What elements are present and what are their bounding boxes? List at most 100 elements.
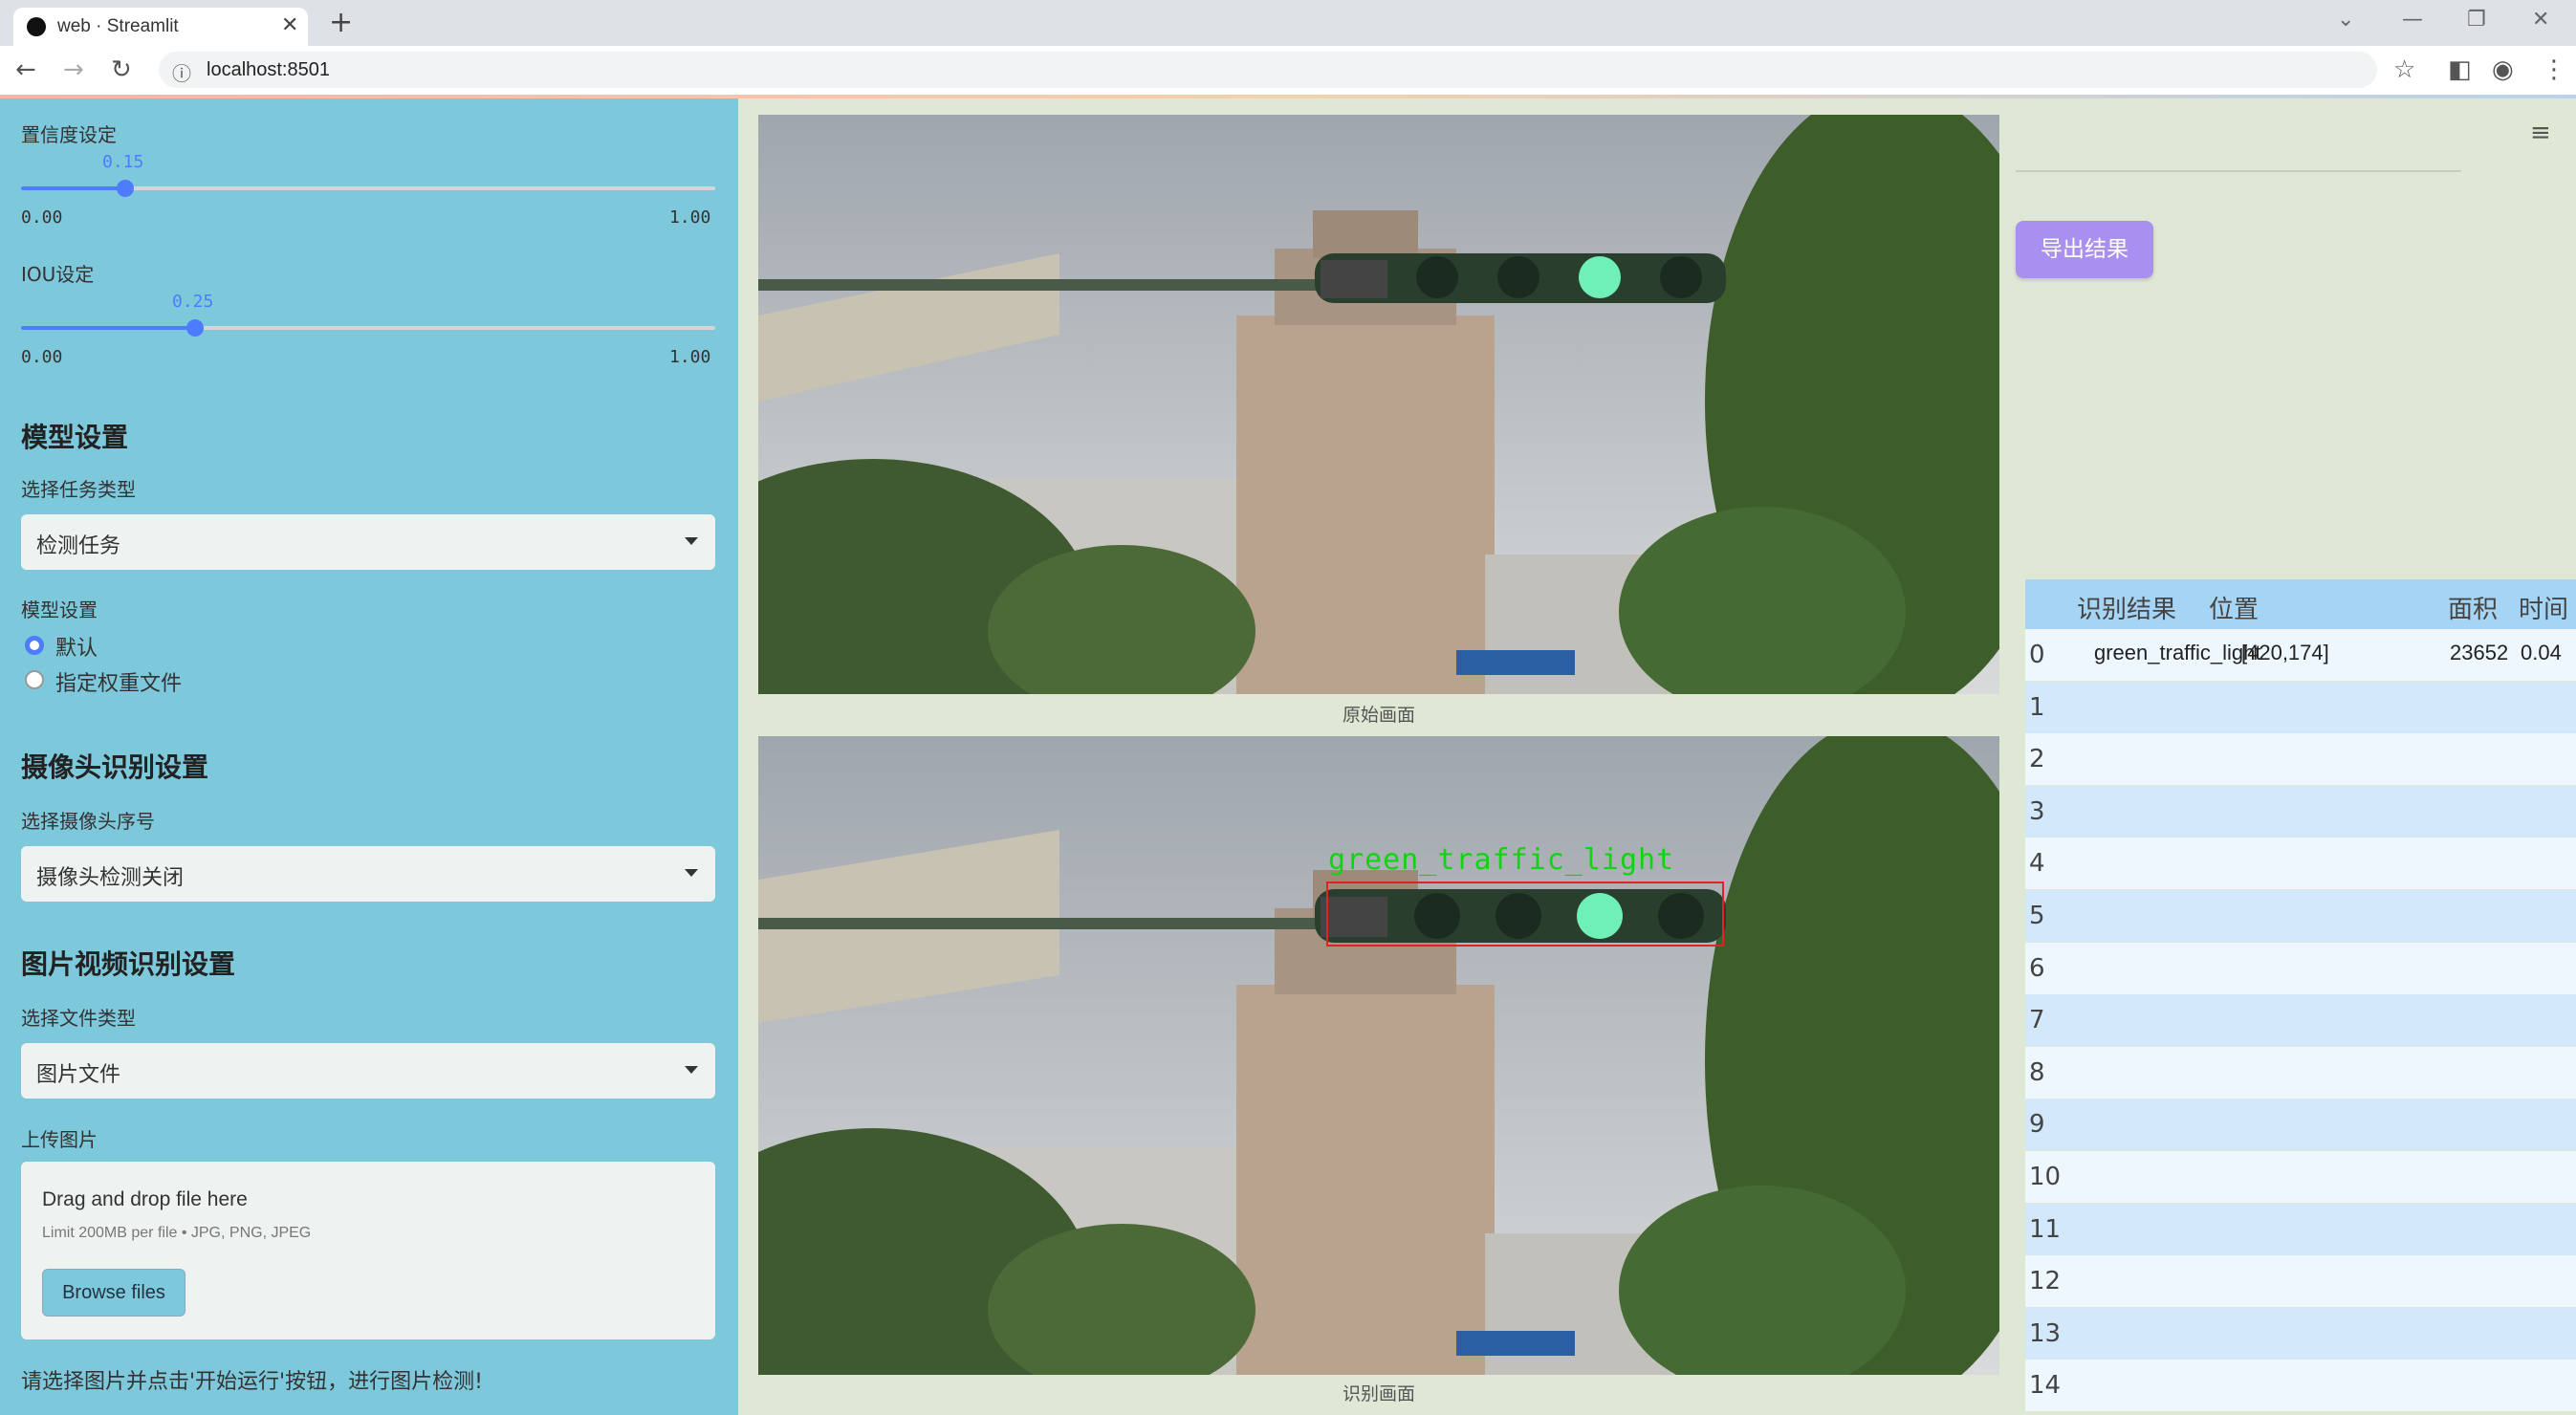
close-window-icon[interactable]: ✕ [2532, 8, 2549, 32]
browser-menu-icon[interactable]: ⋮ [2542, 55, 2566, 84]
cell-position: [420,174] [2241, 641, 2329, 664]
model-weight-file-radio[interactable] [25, 670, 44, 689]
new-tab-icon[interactable]: + [329, 6, 353, 39]
model-default-radio[interactable] [25, 636, 44, 655]
confidence-max: 1.00 [669, 207, 711, 228]
task-type-value: 检测任务 [36, 534, 121, 558]
tab-title: web · Streamlit [57, 16, 179, 36]
chevron-down-icon [685, 869, 698, 877]
table-row[interactable]: 1 [2025, 681, 2576, 733]
address-bar: ← → ↻ ⓘ localhost:8501 ☆ ◧ ◉ ⋮ [0, 46, 2576, 97]
upload-label: 上传图片 [21, 1128, 98, 1151]
restore-icon[interactable]: ❐ [2467, 8, 2486, 32]
table-row[interactable]: 7 [2025, 994, 2576, 1047]
file-type-label: 选择文件类型 [21, 1007, 136, 1030]
confidence-label: 置信度设定 [21, 123, 117, 146]
bookmark-star-icon[interactable]: ☆ [2393, 55, 2415, 84]
confidence-slider[interactable] [21, 180, 715, 197]
table-row[interactable]: 9 [2025, 1099, 2576, 1151]
cell-result: green_traffic_light [2094, 641, 2261, 664]
row-index: 10 [2029, 1163, 2062, 1191]
row-index: 1 [2029, 692, 2045, 722]
hamburger-menu-icon[interactable]: ≡ [2530, 119, 2551, 147]
table-row[interactable]: 12 [2025, 1255, 2576, 1308]
streamlit-favicon-icon [27, 17, 46, 36]
model-settings-label: 模型设置 [21, 599, 98, 621]
file-type-select[interactable]: 图片文件 [21, 1043, 715, 1099]
chevron-down-icon [685, 537, 698, 545]
task-type-select[interactable]: 检测任务 [21, 514, 715, 570]
cell-area: 23652 [2450, 641, 2509, 664]
row-index: 14 [2029, 1371, 2062, 1401]
header-time[interactable]: 时间 [2519, 590, 2568, 625]
table-row[interactable]: 0 green_traffic_light [420,174] 23652 0.04 [2025, 629, 2576, 681]
file-uploader[interactable]: Drag and drop file here Limit 200MB per … [21, 1162, 715, 1339]
browser-tab[interactable]: web · Streamlit ✕ [13, 8, 308, 46]
export-results-button[interactable]: 导出结果 [2016, 221, 2153, 278]
media-section-title: 图片视频识别设置 [21, 948, 236, 980]
upload-title: Drag and drop file here [42, 1188, 248, 1210]
browse-files-button[interactable]: Browse files [42, 1269, 186, 1317]
table-row[interactable]: 10 [2025, 1151, 2576, 1203]
confidence-slider-thumb[interactable] [116, 180, 134, 197]
table-row[interactable]: 5 [2025, 890, 2576, 942]
run-hint: 请选择图片并点击'开始运行'按钮，进行图片检测! [21, 1370, 483, 1394]
table-row[interactable]: 2 [2025, 733, 2576, 786]
model-weight-file-label[interactable]: 指定权重文件 [55, 666, 182, 697]
row-index: 5 [2029, 902, 2045, 930]
row-index: 11 [2029, 1214, 2062, 1244]
iou-max: 1.00 [669, 347, 711, 367]
iou-slider-thumb[interactable] [186, 319, 204, 337]
reload-icon[interactable]: ↻ [111, 55, 132, 84]
minimize-icon[interactable]: — [2402, 8, 2423, 32]
table-row[interactable]: 11 [2025, 1203, 2576, 1255]
table-row[interactable]: 13 [2025, 1307, 2576, 1360]
tab-search-icon[interactable]: ⌄ [2337, 8, 2354, 32]
row-index: 13 [2029, 1318, 2062, 1348]
table-row[interactable]: 4 [2025, 838, 2576, 890]
iou-label: IOU设定 [21, 263, 95, 286]
forward-icon[interactable]: → [63, 55, 84, 84]
chevron-down-icon [685, 1066, 698, 1074]
back-icon[interactable]: ← [15, 55, 36, 84]
row-index: 9 [2029, 1110, 2045, 1140]
result-caption: 识别画面 [1342, 1383, 1415, 1404]
cell-time: 0.04 [2521, 641, 2562, 664]
camera-select[interactable]: 摄像头检测关闭 [21, 846, 715, 902]
original-image [758, 115, 1999, 694]
site-info-icon[interactable]: ⓘ [172, 58, 191, 86]
table-row[interactable]: 14 [2025, 1360, 2576, 1412]
row-index: 8 [2029, 1057, 2045, 1087]
table-row[interactable]: 6 [2025, 942, 2576, 994]
confidence-min: 0.00 [21, 207, 63, 228]
table-row[interactable]: 8 [2025, 1046, 2576, 1099]
row-index: 6 [2029, 953, 2045, 983]
url-text[interactable]: localhost:8501 [207, 59, 330, 81]
url-field[interactable]: ⓘ localhost:8501 [159, 52, 2377, 88]
street-scene-image [758, 115, 1999, 694]
close-tab-icon[interactable]: ✕ [281, 13, 298, 37]
confidence-value: 0.15 [102, 152, 144, 172]
model-section-title: 模型设置 [21, 422, 129, 453]
detection-box [1326, 882, 1724, 947]
header-position[interactable]: 位置 [2209, 590, 2259, 625]
row-index: 7 [2029, 1006, 2045, 1035]
header-result[interactable]: 识别结果 [2077, 590, 2176, 625]
browser-tab-bar: web · Streamlit ✕ + ⌄ — ❐ ✕ [0, 0, 2576, 46]
table-row[interactable]: 3 [2025, 785, 2576, 838]
row-index: 0 [2029, 641, 2045, 669]
iou-slider[interactable] [21, 319, 715, 337]
iou-value: 0.25 [172, 292, 214, 312]
model-default-label[interactable]: 默认 [55, 631, 98, 662]
sidebar: 置信度设定 0.15 0.00 1.00 IOU设定 0.25 0.00 1.0… [0, 98, 738, 1415]
row-index: 2 [2029, 745, 2045, 774]
confidence-slider-fill [21, 186, 125, 190]
side-panel-icon[interactable]: ◧ [2448, 55, 2472, 84]
result-image: green_traffic_light [758, 736, 1999, 1375]
camera-section-title: 摄像头识别设置 [21, 751, 209, 783]
profile-icon[interactable]: ◉ [2492, 55, 2514, 84]
divider [2016, 170, 2461, 172]
row-index: 3 [2029, 796, 2045, 826]
header-area[interactable]: 面积 [2448, 590, 2498, 625]
iou-slider-fill [21, 326, 195, 330]
